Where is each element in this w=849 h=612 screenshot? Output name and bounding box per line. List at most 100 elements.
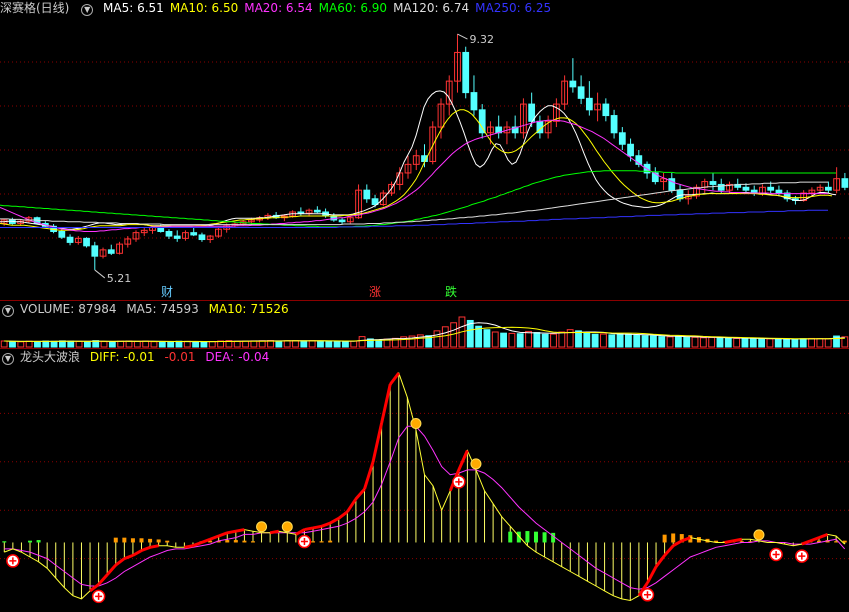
dropdown-icon[interactable]: ▼ <box>2 353 14 365</box>
diff-rising-segment <box>732 537 743 543</box>
diff-rising-segment <box>149 544 159 549</box>
volume-bar <box>808 337 815 348</box>
dea-value: -0.04 <box>238 350 270 364</box>
candle-body <box>338 219 346 223</box>
indicator-block <box>662 534 667 543</box>
dropdown-icon[interactable]: ▼ <box>81 4 94 16</box>
volume-bar <box>500 332 507 348</box>
diff-rising-segment <box>346 498 358 513</box>
volume-bar <box>283 340 291 348</box>
ma-label-ma20: MA20: 6.54 <box>244 1 313 15</box>
volume-bar <box>716 337 724 348</box>
candle-body <box>627 143 634 157</box>
candle-body <box>157 226 165 232</box>
indicator-block <box>508 531 513 543</box>
volume-bar <box>766 338 774 348</box>
stock-title: 深赛格(日线) <box>0 1 70 15</box>
indicator-block <box>148 538 153 543</box>
volume-bar <box>167 341 175 348</box>
diff-rising-segment <box>329 516 340 525</box>
volume-bar <box>242 340 249 348</box>
diff-rising-segment <box>371 422 384 463</box>
candle-body <box>58 230 66 238</box>
volume-bar <box>824 338 832 348</box>
ma-line-ma20 <box>0 119 828 232</box>
diff-rising-segment <box>106 564 117 576</box>
candle-body <box>173 235 181 239</box>
diff-rising-segment <box>140 545 151 552</box>
price-chart: 9.32 5.21 财 涨 跌 <box>0 33 849 299</box>
candle-body <box>190 232 198 236</box>
volume-bar <box>350 340 358 348</box>
diff-rising-segment <box>312 524 322 530</box>
volume-panel: ▼ VOLUME: 87984 MA5: 74593 MA10: 71526 <box>0 300 849 349</box>
dropdown-icon[interactable]: ▼ <box>2 305 14 317</box>
diff-rising-segment <box>192 541 203 548</box>
diff-rising-segment <box>380 384 392 424</box>
high-label: 9.32 <box>469 33 494 46</box>
volume-bar <box>525 330 532 348</box>
volume-bar <box>508 332 516 348</box>
candle-body <box>775 189 783 194</box>
volume-bar <box>250 340 258 348</box>
volume-bar <box>433 330 441 348</box>
volume-bar <box>691 336 699 348</box>
indicator-block <box>113 537 118 543</box>
diff-rising-segment <box>646 565 658 584</box>
diff-rising-segment <box>295 528 306 536</box>
indicator-block <box>122 537 127 543</box>
volume-bar <box>533 332 541 348</box>
indicator-block <box>36 540 41 543</box>
candle-body <box>66 236 74 243</box>
candle-body <box>569 80 577 88</box>
candle-body <box>676 189 684 200</box>
low-pointer <box>94 269 106 279</box>
volume-bar <box>358 336 366 348</box>
candle-body <box>478 109 486 134</box>
volume-bar <box>633 334 641 348</box>
vol-ma5-value: 74593 <box>160 302 199 316</box>
candle-body <box>577 86 585 99</box>
volume-bar <box>142 340 150 348</box>
volume-bar <box>325 340 333 348</box>
diff-rising-segment <box>235 528 245 533</box>
diff-rising-segment <box>724 539 734 544</box>
volume-bar <box>816 338 824 348</box>
indicator-header: ▼ 龙头大波浪 DIFF: -0.01 -0.01 DEA: -0.04 <box>0 349 275 365</box>
ma-label-ma250: MA250: 6.25 <box>475 1 552 15</box>
candle-body <box>709 181 717 185</box>
vol-ma10-value: 71526 <box>250 302 289 316</box>
indicator-block <box>2 541 7 543</box>
volume-bar <box>649 335 657 348</box>
volume-bar <box>708 337 716 348</box>
volume-value: 87984 <box>78 302 117 316</box>
volume-bar <box>483 329 491 348</box>
candle-body <box>610 115 618 134</box>
volume-bar <box>342 340 349 348</box>
volume-bar <box>575 330 582 348</box>
indicator-block <box>130 538 135 543</box>
diff-rising-segment <box>809 536 820 543</box>
volume-bar <box>583 332 591 348</box>
candle-body <box>297 211 305 214</box>
candle-body <box>742 186 750 191</box>
volume-bar <box>233 340 241 348</box>
ma-label-ma60: MA60: 6.90 <box>318 1 388 15</box>
volume-bar <box>724 337 732 348</box>
indicator-block <box>156 539 161 543</box>
event-marker-3: 跌 <box>445 284 457 299</box>
volume-bar <box>791 338 799 348</box>
volume-bar <box>50 340 58 348</box>
ma-line-ma60 <box>0 170 836 228</box>
indicator-block <box>225 540 230 543</box>
volume-bar <box>699 337 707 348</box>
candle-body <box>462 51 470 94</box>
volume-bar <box>783 338 790 348</box>
volume-bar <box>558 331 566 348</box>
volume-bar <box>34 341 41 348</box>
sell-signal-icon <box>410 418 422 430</box>
volume-bar <box>275 340 283 348</box>
indicator-block <box>671 533 676 543</box>
volume-bar <box>150 341 158 348</box>
high-pointer <box>457 33 468 40</box>
